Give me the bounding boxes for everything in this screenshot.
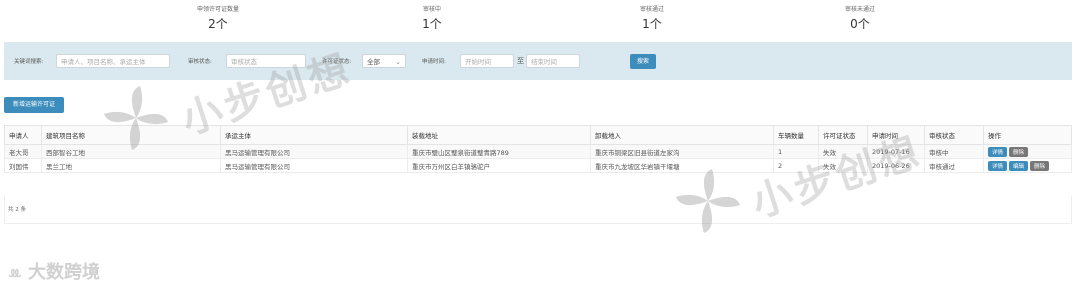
col-actions: 操作 <box>983 125 1072 145</box>
filter-bar: 关键词搜索: 申请人、项目名称、承运主体 审核状态: 审核状态 许可证状态: 全… <box>4 42 1072 80</box>
stat-label: 审核中 <box>422 6 441 13</box>
table-footer <box>4 196 1072 224</box>
cell-carrier: 黑马运输管理有限公司 <box>220 158 408 173</box>
detail-button[interactable]: 详情 <box>988 146 1008 157</box>
permit-status-select[interactable]: 全部 ⌄ <box>362 54 406 68</box>
total-count: 共 2 条 <box>8 207 26 213</box>
cell-load: 重庆市万州区白羊镇骆驼户 <box>407 158 591 173</box>
stat-label: 审核通过 <box>639 6 664 13</box>
detail-button[interactable]: 详情 <box>988 160 1008 171</box>
keyword-label: 关键词搜索: <box>14 59 44 65</box>
delete-button[interactable]: 删除 <box>1009 146 1029 157</box>
edit-button[interactable]: 编辑 <box>1009 160 1029 171</box>
col-unload: 卸载地入 <box>590 125 774 145</box>
start-time-input[interactable]: 开始时间 <box>460 54 514 68</box>
cell-load: 重庆市璧山区璧泉街道璧青路789 <box>407 144 591 159</box>
cell-carrier: 黑马运输管理有限公司 <box>220 144 408 159</box>
cell-unload: 重庆市铜梁区旧县街道左家沟 <box>590 144 774 159</box>
pinwheel-logo-icon <box>676 169 740 233</box>
cell-actions: 详情 删除 <box>983 144 1072 159</box>
stat-value: 1个 <box>422 17 442 31</box>
brand-logo: ꔛ 大数跨境 <box>8 258 100 284</box>
cell-actions: 详情 编辑 删除 <box>983 158 1072 173</box>
search-button[interactable]: 搜索 <box>630 54 656 69</box>
pinwheel-logo-icon <box>104 86 168 150</box>
stat-label: 申领许可证数量 <box>196 6 239 13</box>
col-audit: 审核状态 <box>924 125 984 145</box>
cell-applicant: 刘国伟 <box>4 158 42 173</box>
add-permit-button[interactable]: 新增运输许可证 <box>4 97 64 113</box>
stat-value: 1个 <box>642 17 662 31</box>
to-label: 至 <box>517 57 524 65</box>
stats-bar: 申领许可证数量 2个 审核中 1个 审核通过 1个 审核未通过 0个 <box>0 0 1080 40</box>
apply-time-label: 申请时间: <box>422 59 446 65</box>
col-load: 装载地址 <box>407 125 591 145</box>
chevron-down-icon: ⌄ <box>395 58 401 66</box>
col-count: 车辆数量 <box>773 125 819 145</box>
cell-audit: 审核通过 <box>924 158 984 173</box>
col-applicant: 申请人 <box>4 125 42 145</box>
stat-reviewing: 审核中 1个 <box>362 6 502 32</box>
stat-approved: 审核通过 1个 <box>582 6 722 32</box>
stat-label: 审核未通过 <box>844 6 875 13</box>
delete-button[interactable]: 删除 <box>1030 160 1050 171</box>
end-time-input[interactable]: 结束时间 <box>526 54 580 68</box>
stat-value: 2个 <box>208 17 228 31</box>
cell-audit: 审核中 <box>924 144 984 159</box>
brand-text: 大数跨境 <box>28 262 101 283</box>
audit-status-label: 审核状态: <box>188 59 212 65</box>
stat-rejected: 审核未通过 0个 <box>790 6 930 32</box>
permit-status-value: 全部 <box>367 58 380 66</box>
cell-project: 黑兰工地 <box>41 158 221 173</box>
cell-applicant: 老大哥 <box>4 144 42 159</box>
stat-permit-count: 申领许可证数量 2个 <box>148 6 288 32</box>
brand-icon: ꔛ <box>8 266 22 282</box>
stat-value: 0个 <box>850 17 870 31</box>
col-carrier: 承运主体 <box>220 125 408 145</box>
keyword-input[interactable]: 申请人、项目名称、承运主体 <box>56 54 170 68</box>
